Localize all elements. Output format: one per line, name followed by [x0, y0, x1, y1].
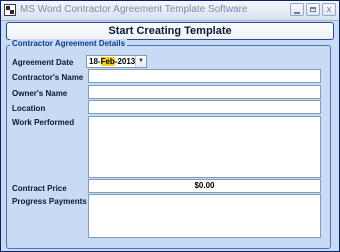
close-button[interactable]: x	[322, 3, 336, 16]
owner-name-field[interactable]	[88, 85, 321, 99]
date-month: Feb	[100, 57, 115, 66]
date-year: -2013	[114, 57, 136, 66]
progress-payments-label: Progress Payments	[12, 197, 87, 206]
start-creating-template-button[interactable]: Start Creating Template	[6, 22, 334, 40]
contractor-name-field[interactable]	[88, 69, 321, 83]
agreement-date-label: Agreement Date	[12, 58, 74, 67]
group-title: Contractor Agreement Details	[10, 39, 128, 48]
app-icon[interactable]	[4, 4, 16, 16]
window-title: MS Word Contractor Agreement Template So…	[20, 4, 248, 15]
minimize-button[interactable]	[290, 3, 304, 16]
contract-price-field[interactable]: $0.00	[88, 179, 321, 193]
contractor-name-label: Contractor's Name	[12, 73, 84, 82]
maximize-button[interactable]	[306, 3, 320, 16]
app-window: MS Word Contractor Agreement Template So…	[0, 0, 340, 252]
agreement-date-picker[interactable]: 18-Feb-2013 ▼	[86, 55, 147, 68]
location-label: Location	[12, 104, 46, 113]
contract-price-label: Contract Price	[12, 184, 67, 193]
owner-name-label: Owner's Name	[12, 89, 68, 98]
title-bar[interactable]: MS Word Contractor Agreement Template So…	[1, 1, 339, 21]
work-performed-label: Work Performed	[12, 118, 75, 127]
contract-price-value: $0.00	[194, 181, 215, 190]
chevron-down-icon[interactable]: ▼	[135, 56, 146, 67]
date-day: 18-	[89, 57, 101, 66]
work-performed-field[interactable]	[88, 116, 321, 178]
location-field[interactable]	[88, 100, 321, 114]
progress-payments-field[interactable]	[88, 194, 321, 238]
